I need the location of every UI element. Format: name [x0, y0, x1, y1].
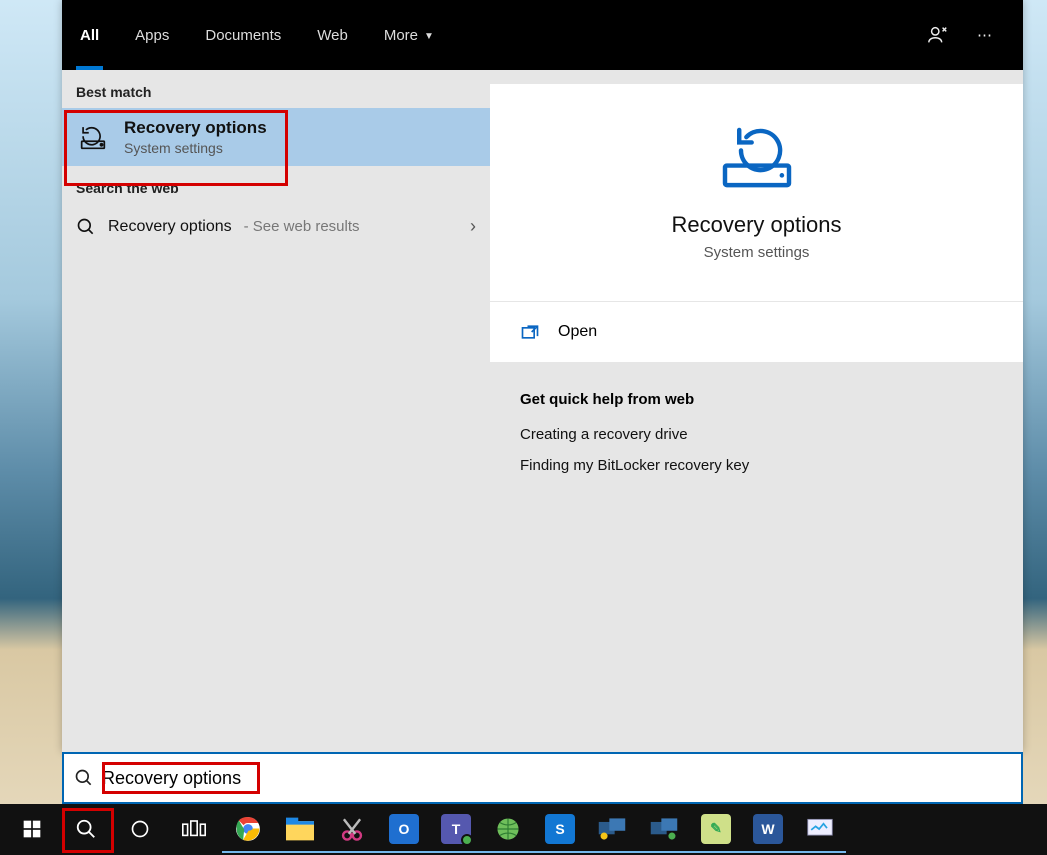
tab-all-label: All — [80, 27, 99, 44]
tab-apps-label: Apps — [135, 27, 169, 44]
search-results-panel: All Apps Documents Web More ▼ ⋯ Best matc… — [62, 0, 1023, 752]
recovery-icon — [76, 120, 110, 154]
taskbar-app-globe[interactable] — [482, 806, 534, 853]
help-link[interactable]: Finding my BitLocker recovery key — [520, 457, 993, 474]
taskbar-app-snip[interactable] — [326, 806, 378, 853]
tab-web[interactable]: Web — [299, 0, 366, 70]
help-heading: Get quick help from web — [520, 391, 993, 408]
search-icon — [74, 768, 94, 788]
chevron-down-icon: ▼ — [424, 31, 434, 42]
result-preview-panel: Recovery options System settings Open Ge… — [490, 70, 1023, 752]
search-box[interactable] — [62, 752, 1023, 804]
tab-web-label: Web — [317, 27, 348, 44]
task-view-button[interactable] — [168, 806, 220, 853]
tab-more[interactable]: More ▼ — [366, 0, 452, 70]
taskbar-app-word[interactable]: W — [742, 806, 794, 853]
search-filter-tabs: All Apps Documents Web More ▼ ⋯ — [62, 0, 1023, 70]
search-web-label: Search the web — [62, 166, 490, 204]
best-match-subtitle: System settings — [124, 140, 267, 156]
tab-apps[interactable]: Apps — [117, 0, 187, 70]
best-match-title: Recovery options — [124, 118, 267, 138]
open-action[interactable]: Open — [490, 302, 1023, 363]
recovery-hero-icon — [712, 114, 802, 194]
taskbar-app-shield[interactable]: S — [534, 806, 586, 853]
web-result-suffix: - See web results — [244, 218, 360, 235]
feedback-icon[interactable] — [927, 24, 949, 46]
more-options-icon[interactable]: ⋯ — [977, 26, 995, 44]
search-icon — [76, 217, 96, 237]
preview-subtitle: System settings — [704, 244, 810, 261]
tab-documents-label: Documents — [205, 27, 281, 44]
chevron-right-icon: › — [470, 216, 476, 237]
taskbar-app-chrome[interactable] — [222, 806, 274, 853]
taskbar-app-outlook[interactable]: O — [378, 806, 430, 853]
taskbar-app-explorer[interactable] — [274, 806, 326, 853]
taskbar-app-remote1[interactable] — [586, 806, 638, 853]
open-icon — [520, 322, 540, 342]
cortana-button[interactable] — [114, 806, 166, 853]
open-label: Open — [558, 323, 597, 341]
search-input[interactable] — [102, 768, 1011, 789]
taskbar-app-teams[interactable]: T — [430, 806, 482, 853]
tab-all[interactable]: All — [62, 0, 117, 70]
best-match-label: Best match — [62, 70, 490, 108]
taskbar-search-button[interactable] — [60, 806, 112, 853]
help-link[interactable]: Creating a recovery drive — [520, 426, 993, 443]
taskbar-app-monitor[interactable] — [794, 806, 846, 853]
results-left-column: Best match Recovery options System setti — [62, 70, 490, 752]
start-button[interactable] — [6, 806, 58, 853]
preview-title: Recovery options — [672, 212, 842, 238]
best-match-result[interactable]: Recovery options System settings — [62, 108, 490, 166]
web-result-title: Recovery options — [108, 218, 232, 236]
tab-documents[interactable]: Documents — [187, 0, 299, 70]
taskbar: OT S ✎W — [0, 804, 1047, 855]
web-result-item[interactable]: Recovery options - See web results › — [62, 204, 490, 249]
tab-more-label: More — [384, 27, 418, 44]
taskbar-app-remote2[interactable] — [638, 806, 690, 853]
taskbar-app-notes[interactable]: ✎ — [690, 806, 742, 853]
